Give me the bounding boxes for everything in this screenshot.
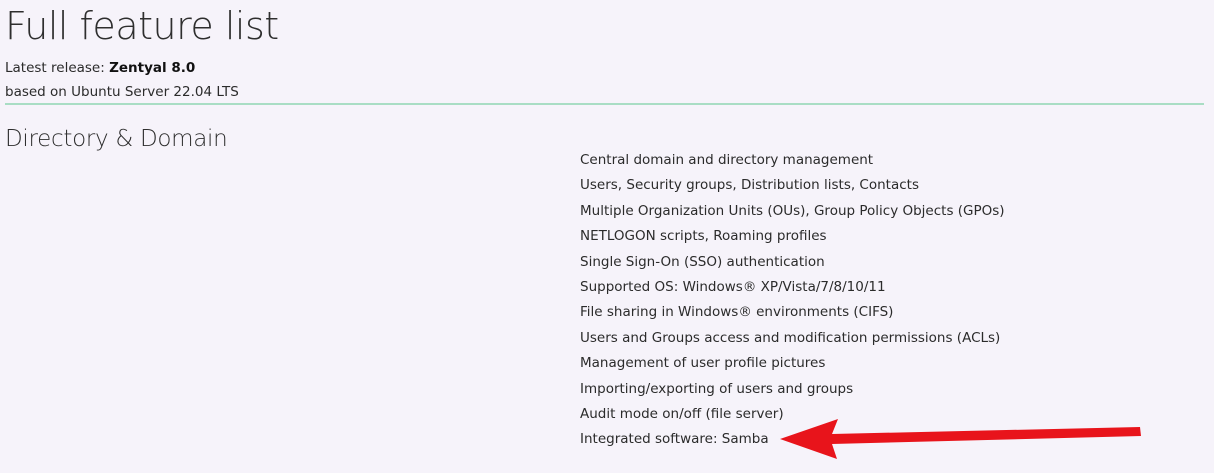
section-heading-directory-domain: Directory & Domain (5, 126, 228, 152)
feature-page: Full feature list Latest release: Zentya… (0, 0, 1214, 473)
feature-item: Management of user profile pictures (580, 355, 826, 372)
feature-item: Users and Groups access and modification… (580, 329, 1001, 346)
section-divider (5, 103, 1204, 105)
feature-item: Users, Security groups, Distribution lis… (580, 177, 919, 194)
feature-item: Supported OS: Windows® XP/Vista/7/8/10/1… (580, 278, 886, 295)
feature-item: Multiple Organization Units (OUs), Group… (580, 202, 1005, 219)
release-value: Zentyal 8.0 (109, 60, 196, 76)
latest-release: Latest release: Zentyal 8.0 (5, 59, 195, 77)
feature-item: Central domain and directory management (580, 152, 874, 168)
red-arrow-icon (780, 419, 1141, 459)
feature-item: Single Sign-On (SSO) authentication (580, 253, 825, 270)
release-label: Latest release: (5, 60, 105, 76)
feature-item: File sharing in Windows® environments (C… (580, 304, 894, 321)
base-os-line: based on Ubuntu Server 22.04 LTS (5, 84, 239, 100)
feature-item: Importing/exporting of users and groups (580, 380, 854, 397)
feature-item: NETLOGON scripts, Roaming profiles (580, 228, 827, 245)
page-title: Full feature list (5, 4, 279, 48)
feature-list: Central domain and directory management … (580, 148, 1005, 453)
